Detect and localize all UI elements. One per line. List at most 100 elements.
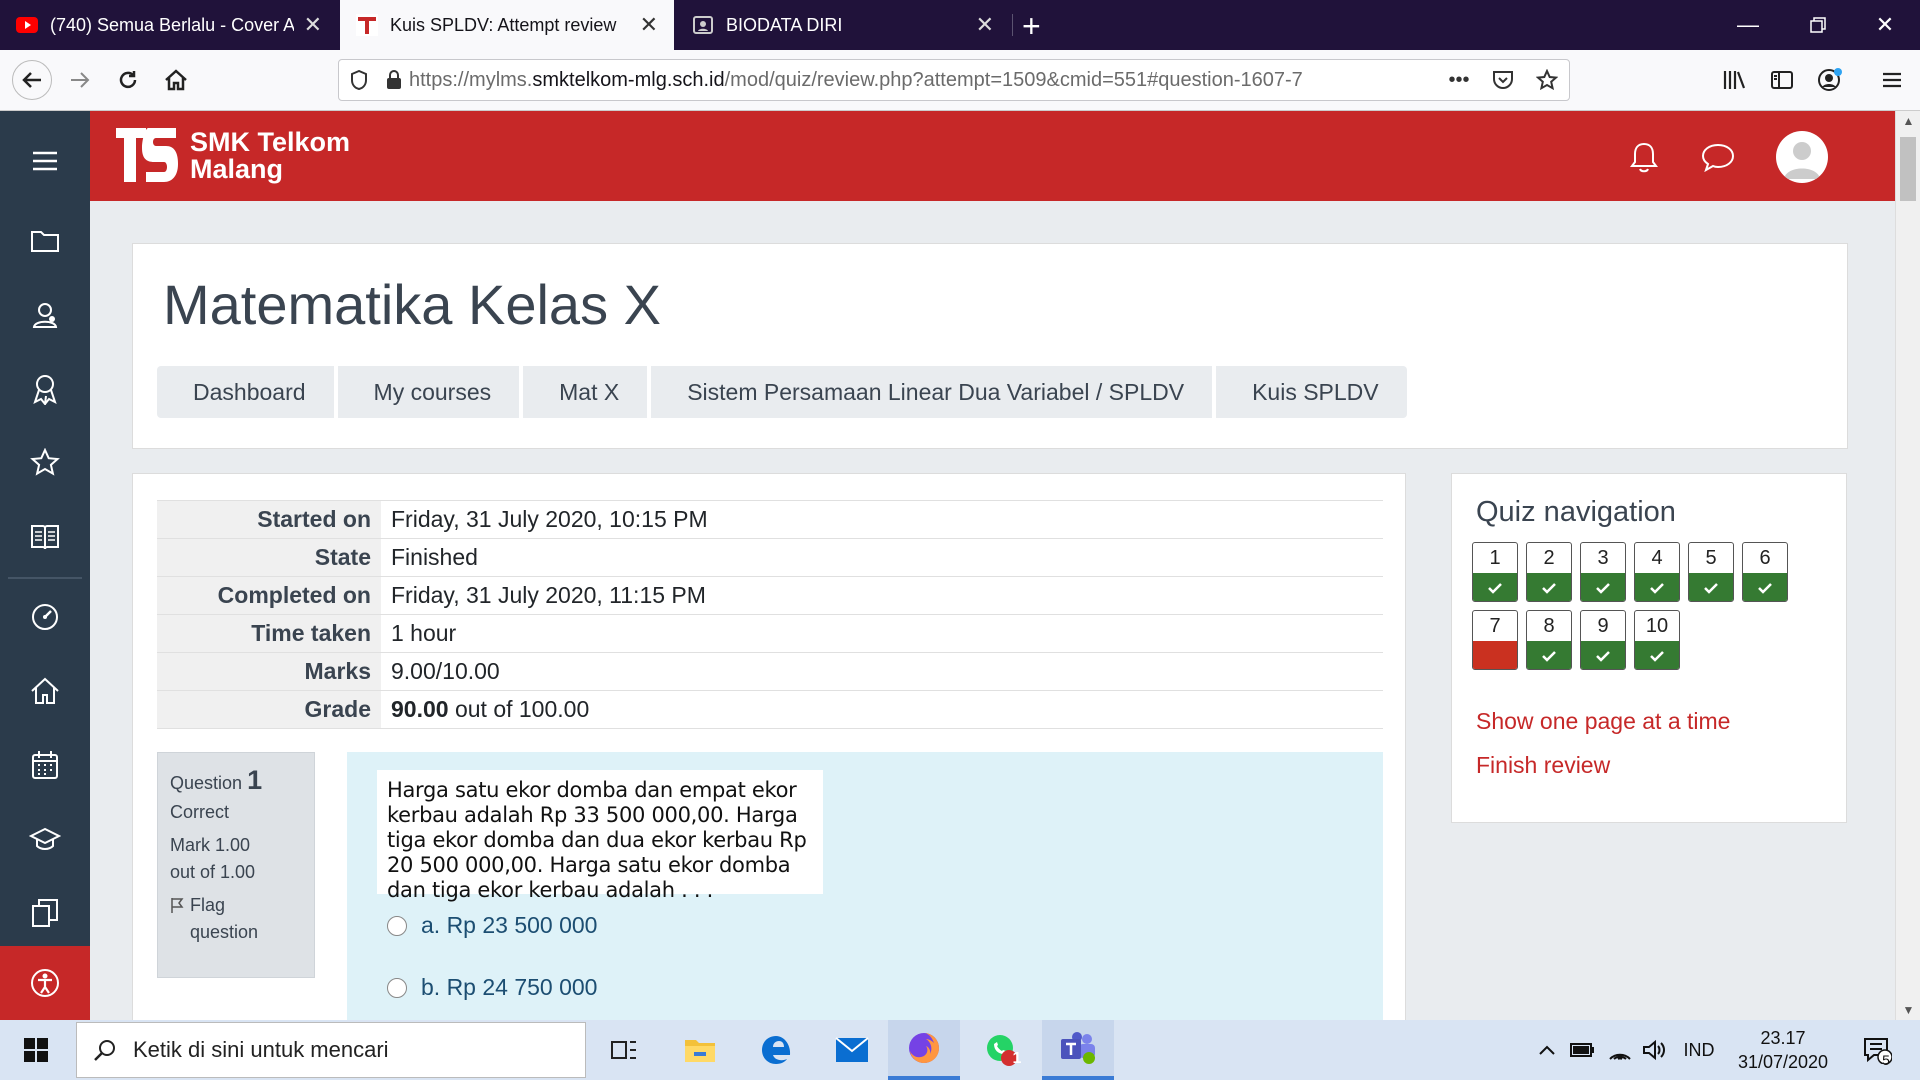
site-home-icon[interactable] (0, 661, 90, 721)
graduation-cap-icon[interactable] (0, 809, 90, 869)
tab-youtube[interactable]: (740) Semua Berlalu - Cover Ak ✕ (0, 0, 338, 50)
flag-question-link[interactable]: Flag question (170, 892, 302, 946)
summary-row: Marks 9.00/10.00 (157, 652, 1383, 691)
breadcrumb-item[interactable]: My courses (337, 366, 520, 418)
quiz-nav-question-10[interactable]: 10 (1634, 610, 1680, 670)
volume-icon[interactable] (1638, 1020, 1670, 1080)
question-number-label: 5 (1705, 546, 1717, 569)
hamburger-icon[interactable] (0, 131, 90, 191)
shield-icon[interactable] (339, 70, 379, 90)
whatsapp-icon[interactable]: 1 (966, 1020, 1038, 1080)
taskbar-search-box[interactable]: Ketik di sini untuk mencari (76, 1022, 586, 1078)
breadcrumb-item[interactable]: Dashboard (157, 366, 334, 418)
lock-icon[interactable] (379, 70, 409, 90)
messages-chat-icon[interactable] (1696, 135, 1740, 179)
quiz-nav-question-7[interactable]: 7 (1472, 610, 1518, 670)
question-number-label: 1 (1489, 546, 1501, 569)
radio-button[interactable] (387, 915, 407, 936)
breadcrumb-item[interactable]: Mat X (523, 366, 648, 418)
address-bar[interactable]: https://mylms.smktelkom-mlg.sch.id/mod/q… (338, 59, 1570, 101)
scroll-up-icon[interactable]: ▲ (1896, 111, 1920, 131)
answer-option[interactable]: b. Rp 24 750 000 (387, 974, 597, 1001)
show-hidden-icons[interactable] (1532, 1020, 1562, 1080)
scroll-down-icon[interactable]: ▼ (1896, 1000, 1920, 1020)
answer-option[interactable]: a. Rp 23 500 000 (387, 912, 597, 939)
teams-icon[interactable] (1042, 1020, 1114, 1080)
bookmark-star-icon[interactable] (1525, 69, 1569, 91)
content-bank-icon[interactable] (0, 883, 90, 943)
grades-book-icon[interactable] (0, 507, 90, 567)
flag-question-label: Flag question (190, 895, 259, 942)
quiz-nav-question-8[interactable]: 8 (1526, 610, 1572, 670)
finish-review-link[interactable]: Finish review (1476, 752, 1610, 779)
page-actions-icon[interactable]: ••• (1437, 69, 1481, 92)
tab-title: (740) Semua Berlalu - Cover Ak (50, 14, 294, 35)
close-window-icon[interactable]: ✕ (1850, 0, 1920, 50)
page-scrollbar[interactable]: ▲ ▼ (1895, 111, 1920, 1020)
system-clock[interactable]: 23.17 31/07/2020 (1728, 1026, 1838, 1074)
quiz-nav-question-5[interactable]: 5 (1688, 542, 1734, 602)
scrollbar-thumb[interactable] (1900, 137, 1916, 201)
summary-row: Completed on Friday, 31 July 2020, 11:15… (157, 576, 1383, 615)
windows-start-button[interactable] (0, 1020, 72, 1080)
tab-title: Kuis SPLDV: Attempt review (390, 14, 617, 35)
correct-check-icon (1581, 641, 1625, 669)
quiz-nav-question-6[interactable]: 6 (1742, 542, 1788, 602)
new-tab-icon[interactable]: + (1022, 8, 1041, 45)
tab-biodata[interactable]: BIODATA DIRI ✕ (676, 0, 1010, 50)
question-number-label: 7 (1489, 614, 1501, 637)
action-center-icon[interactable]: 5 (1852, 1020, 1902, 1080)
windows-taskbar: Ketik di sini untuk mencari 1 IND 23.17 … (0, 1020, 1920, 1080)
site-name-line1: SMK Telkom (190, 127, 351, 157)
tab-quiz-review[interactable]: Kuis SPLDV: Attempt review ✕ (340, 0, 674, 50)
dashboard-gauge-icon[interactable] (0, 587, 90, 647)
user-avatar[interactable] (1776, 131, 1828, 183)
star-icon[interactable] (0, 433, 90, 493)
quiz-nav-question-3[interactable]: 3 (1580, 542, 1626, 602)
menu-icon[interactable] (1874, 62, 1910, 98)
battery-icon[interactable] (1566, 1020, 1600, 1080)
participants-icon[interactable] (0, 285, 90, 345)
minimize-icon[interactable]: — (1713, 0, 1783, 50)
wifi-icon[interactable] (1604, 1020, 1636, 1080)
forward-button[interactable] (62, 62, 98, 98)
badges-icon[interactable] (0, 359, 90, 419)
close-tab-icon[interactable]: ✕ (304, 12, 322, 38)
accessibility-button[interactable] (0, 946, 90, 1020)
url-text[interactable]: https://mylms.smktelkom-mlg.sch.id/mod/q… (409, 69, 1437, 92)
quiz-nav-question-9[interactable]: 9 (1580, 610, 1626, 670)
breadcrumb-item[interactable]: Kuis SPLDV (1216, 366, 1407, 418)
pocket-icon[interactable] (1481, 70, 1525, 90)
show-one-page-link[interactable]: Show one page at a time (1476, 708, 1730, 735)
close-tab-icon[interactable]: ✕ (976, 12, 994, 38)
mail-icon[interactable] (816, 1020, 888, 1080)
breadcrumb-item[interactable]: Sistem Persamaan Linear Dua Variabel / S… (651, 366, 1213, 418)
edge-browser-icon[interactable] (740, 1020, 812, 1080)
folder-icon[interactable] (0, 211, 90, 271)
firefox-icon[interactable] (888, 1020, 960, 1080)
flag-icon (170, 894, 184, 946)
restore-icon[interactable] (1783, 0, 1853, 50)
reload-button[interactable] (110, 62, 146, 98)
home-button[interactable] (158, 62, 194, 98)
quiz-nav-question-4[interactable]: 4 (1634, 542, 1680, 602)
site-logo[interactable]: SMK Telkom Malang (114, 126, 350, 186)
summary-value: Friday, 31 July 2020, 10:15 PM (381, 500, 1383, 539)
quiz-nav-question-2[interactable]: 2 (1526, 542, 1572, 602)
quiz-review-region: Started on Friday, 31 July 2020, 10:15 P… (132, 473, 1406, 1020)
summary-row: State Finished (157, 538, 1383, 577)
quiz-nav-question-1[interactable]: 1 (1472, 542, 1518, 602)
library-icon[interactable] (1716, 62, 1752, 98)
notifications-bell-icon[interactable] (1622, 135, 1666, 179)
page-content: Matematika Kelas X Dashboard My courses … (90, 201, 1895, 1020)
account-icon[interactable] (1812, 62, 1848, 98)
task-view-icon[interactable] (588, 1020, 660, 1080)
radio-button[interactable] (387, 977, 407, 998)
file-explorer-icon[interactable] (664, 1020, 736, 1080)
summary-label: Completed on (157, 576, 381, 615)
calendar-icon[interactable] (0, 735, 90, 795)
input-language[interactable]: IND (1676, 1020, 1722, 1080)
sidebar-icon[interactable] (1764, 62, 1800, 98)
close-tab-icon[interactable]: ✕ (640, 12, 658, 38)
back-button[interactable] (12, 60, 52, 100)
